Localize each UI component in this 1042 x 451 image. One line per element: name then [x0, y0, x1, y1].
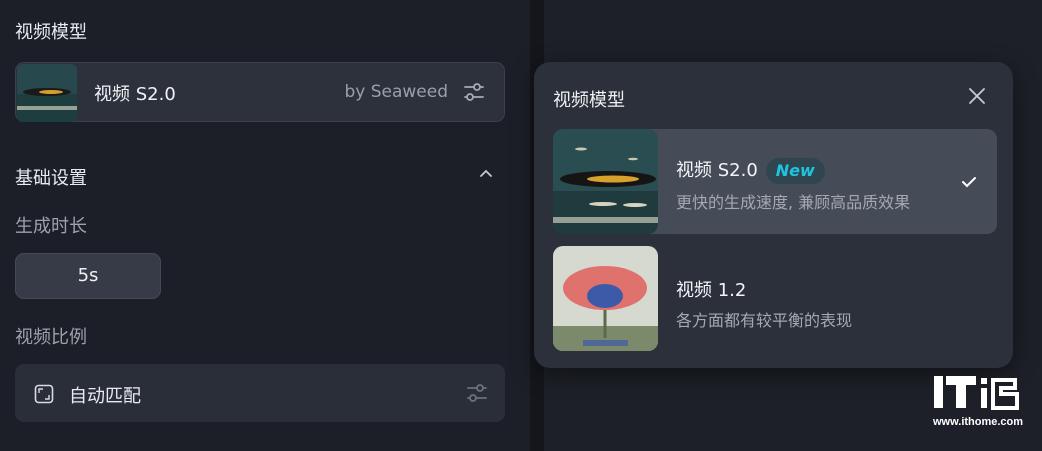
ithome-watermark: www.ithome.com [933, 374, 1028, 434]
whale-thumbnail-icon [553, 129, 658, 234]
close-icon[interactable] [967, 86, 987, 106]
model-option-s2[interactable]: 视频 S2.0 New 更快的生成速度, 兼顾高品质效果 [553, 129, 997, 234]
flower-thumbnail-icon [553, 246, 658, 351]
option-description: 各方面都有较平衡的表现 [676, 311, 853, 330]
ratio-label: 视频比例 [15, 327, 87, 348]
option-description: 更快的生成速度, 兼顾高品质效果 [676, 193, 911, 212]
left-panel: 视频模型 视频 S2.0 by Seaweed 基础设置 生成时长 5s 视频比… [0, 0, 530, 451]
aspect-frame-icon [34, 384, 54, 404]
duration-label: 生成时长 [15, 216, 87, 237]
sliders-icon[interactable] [465, 381, 489, 405]
chevron-up-icon[interactable] [476, 163, 496, 183]
watermark-url: www.ithome.com [933, 416, 1024, 428]
sliders-icon[interactable] [462, 80, 486, 104]
ratio-value: 自动匹配 [69, 386, 141, 407]
model-selector-card[interactable]: 视频 S2.0 by Seaweed [15, 62, 505, 122]
check-icon [962, 177, 976, 188]
model-picker-popup: 视频模型 视频 S2.0 New 更快的生成速度, 兼顾高品质效果 视频 1.2… [534, 62, 1013, 368]
option-name: 视频 1.2 [676, 280, 747, 301]
popup-title: 视频模型 [553, 90, 625, 111]
ratio-selector[interactable]: 自动匹配 [15, 364, 505, 422]
whale-thumbnail-icon [17, 64, 77, 122]
model-option-1-2[interactable]: 视频 1.2 各方面都有较平衡的表现 [553, 246, 997, 351]
model-byline: by Seaweed [344, 82, 448, 102]
ithome-logo-icon [934, 376, 1019, 410]
model-name: 视频 S2.0 [94, 84, 176, 105]
basic-settings-heading: 基础设置 [15, 168, 87, 189]
duration-button[interactable]: 5s [15, 253, 161, 299]
option-name-text: 视频 S2.0 [676, 160, 758, 181]
video-model-heading: 视频模型 [15, 22, 87, 43]
new-badge: New [765, 158, 825, 184]
option-name: 视频 S2.0 New [676, 156, 825, 184]
